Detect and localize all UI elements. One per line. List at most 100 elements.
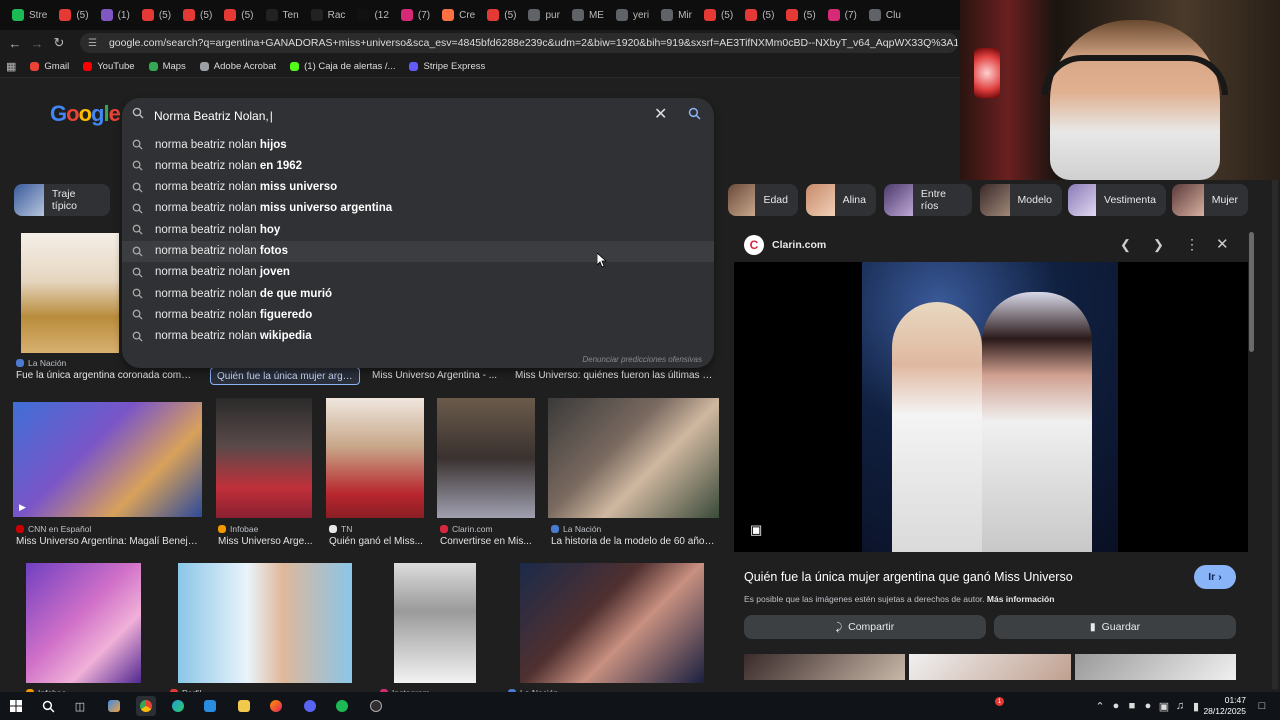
more-info-link[interactable]: Más información [987,594,1055,604]
related-thumbnail[interactable] [1074,654,1236,680]
taskbar-clock[interactable]: 01:47 28/12/2025 [1196,695,1246,717]
related-thumbnail[interactable] [744,654,906,680]
firefox-taskbar-icon[interactable] [266,696,286,716]
browser-tab[interactable]: (12 [351,0,394,30]
chip-vestimenta[interactable]: Vestimenta [1068,184,1166,216]
search-suggestion[interactable]: norma beatriz nolan hoy [122,219,714,240]
result-image[interactable] [326,398,424,518]
preview-title[interactable]: Quién fue la única mujer argentina que g… [744,570,1184,584]
result-image[interactable]: ▶ [13,402,202,517]
google-logo[interactable]: Google [50,101,121,127]
search-suggestion[interactable]: norma beatriz nolan en 1962 [122,155,714,176]
result-caption[interactable]: Quién ganó el Miss... [329,536,424,547]
reload-button[interactable]: ↻ [48,32,70,54]
result-caption[interactable]: Miss Universo Argentina: Magalí Beneja..… [16,536,201,547]
search-suggestion[interactable]: norma beatriz nolan miss universo [122,177,714,198]
chip-modelo[interactable]: Modelo [980,184,1062,216]
store-taskbar-icon[interactable] [200,696,220,716]
browser-tab[interactable]: (5) [218,0,259,30]
browser-tab[interactable]: yeri [610,0,655,30]
related-thumbnail[interactable] [909,654,1071,680]
result-caption[interactable]: Miss Universo Arge... [218,536,318,547]
browser-tab[interactable]: (7) [395,0,436,30]
search-suggestion[interactable]: norma beatriz nolan hijos [122,134,714,155]
browser-tab[interactable]: Ten [260,0,305,30]
bookmark-item[interactable]: (1) Caja de alertas /... [290,61,395,72]
browser-tab[interactable]: pur [522,0,565,30]
browser-tab[interactable]: (7) [822,0,863,30]
bookmark-item[interactable]: Gmail [30,61,69,72]
discord-taskbar-icon[interactable] [300,696,320,716]
chip-alina[interactable]: Alina [806,184,876,216]
bookmark-item[interactable]: Maps [148,61,186,72]
browser-tab[interactable]: (5) [53,0,94,30]
task-view-icon[interactable]: ◫ [70,696,90,716]
browser-tab[interactable]: Clu [863,0,907,30]
result-image[interactable]: ▶ [394,563,476,683]
browser-tab[interactable]: (5) [481,0,522,30]
browser-tab[interactable]: (5) [698,0,739,30]
result-caption[interactable]: Convertirse en Mis... [440,536,535,547]
page-scrollbar[interactable] [1272,159,1278,689]
browser-tab[interactable]: (1) [95,0,136,30]
search-submit-icon[interactable] [688,107,701,120]
start-button[interactable] [6,696,26,716]
chip-entre-rios[interactable]: Entre ríos [884,184,972,216]
back-button[interactable]: ← [4,32,26,54]
report-predictions-link[interactable]: Denunciar predicciones ofensivas [582,355,702,364]
chevron-right-icon[interactable]: ❯ [1153,237,1164,253]
browser-tab[interactable]: Cre [436,0,481,30]
search-suggestion[interactable]: norma beatriz nolan miss universo argent… [122,198,714,219]
search-suggestion[interactable]: norma beatriz nolan joven [122,262,714,283]
result-caption[interactable]: La historia de la modelo de 60 años ... [551,536,719,547]
search-suggestion[interactable]: norma beatriz nolan figueredo [122,304,714,325]
preview-image[interactable]: ▣ [734,262,1248,552]
more-options-icon[interactable]: ⋮ [1185,236,1199,253]
result-image[interactable] [178,563,352,683]
copilot-icon[interactable] [104,696,124,716]
chevron-left-icon[interactable]: ❮ [1120,237,1131,253]
bookmark-item[interactable]: Stripe Express [409,61,485,72]
result-image[interactable] [26,563,141,683]
result-caption[interactable]: Miss Universo Argentina - ... [372,370,502,381]
site-info-icon[interactable]: ☰ [88,38,97,49]
taskbar-search-icon[interactable] [38,696,58,716]
notifications-icon[interactable]: □ [1252,696,1272,716]
result-image[interactable] [216,398,312,518]
result-image[interactable] [520,563,704,683]
browser-tab[interactable]: (5) [136,0,177,30]
result-image[interactable] [21,233,119,353]
address-bar[interactable]: ☰ google.com/search?q=argentina+GANADORA… [80,33,958,53]
file-explorer-icon[interactable] [234,696,254,716]
result-caption-selected[interactable]: Quién fue la única mujer arge... [210,367,360,385]
search-suggestion[interactable]: norma beatriz nolan de que murió [122,283,714,304]
result-image[interactable] [437,398,535,518]
chip-mujer[interactable]: Mujer [1172,184,1248,216]
browser-tab[interactable]: (5) [177,0,218,30]
search-suggestion[interactable]: norma beatriz nolan fotos [122,240,714,262]
visit-button[interactable]: Ir › [1194,565,1236,589]
share-button[interactable]: ⤸ Compartir [744,615,986,639]
obs-taskbar-icon[interactable] [366,696,386,716]
bookmark-item[interactable]: Adobe Acrobat [199,61,276,72]
result-caption[interactable]: Miss Universo: quiénes fueron las última… [515,370,715,381]
browser-tab[interactable]: ME [566,0,610,30]
result-caption[interactable]: Fue la única argentina coronada como ... [16,370,196,381]
chip-edad[interactable]: Edad [728,184,798,216]
result-image[interactable] [548,398,719,518]
apps-icon[interactable]: ▦ [6,60,16,73]
preview-scrollbar[interactable] [1249,232,1254,352]
clear-icon[interactable]: ✕ [654,104,667,124]
chip-traje-tipico[interactable]: Traje típico [14,184,110,216]
save-button[interactable]: ▮ Guardar [994,615,1236,639]
spotify-taskbar-icon[interactable] [332,696,352,716]
lens-icon[interactable]: ▣ [750,522,762,538]
chrome-taskbar-icon[interactable] [136,696,156,716]
bookmark-item[interactable]: YouTube [83,61,135,72]
search-suggestion[interactable]: norma beatriz nolan wikipedia [122,326,714,347]
browser-tab[interactable]: Mir [655,0,698,30]
browser-tab[interactable]: Stre [6,0,53,30]
preview-source[interactable]: Clarin.com [772,239,826,251]
browser-tab[interactable]: Rac [305,0,352,30]
search-input[interactable]: Norma Beatriz Nolan, [154,106,634,126]
